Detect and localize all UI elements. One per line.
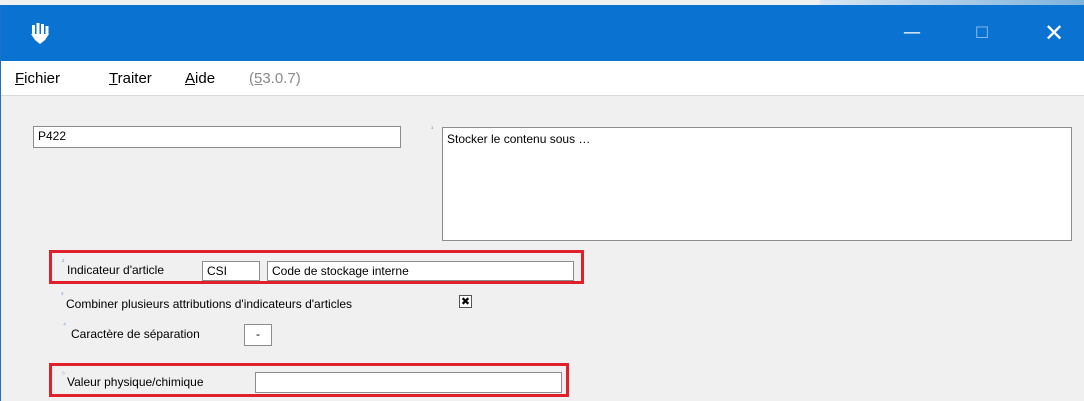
- article-indicator-label: Indicateur d'article: [67, 263, 165, 277]
- close-button[interactable]: ✕: [1031, 5, 1077, 61]
- physical-value-field[interactable]: [255, 372, 562, 393]
- app-logo-icon: [31, 23, 49, 44]
- combine-label: Combiner plusieurs attributions d'indica…: [66, 297, 353, 311]
- menu-bar: Fichier Traiter Aide (53.0.7): [1, 61, 1084, 96]
- description-textarea[interactable]: Stocker le contenu sous …: [442, 127, 1072, 241]
- combine-marker: ³: [61, 292, 64, 299]
- code-field[interactable]: P422: [33, 126, 401, 148]
- menu-fichier[interactable]: Fichier: [15, 70, 60, 87]
- app-window: — ☐ ✕ Fichier Traiter Aide (53.0.7) P422…: [0, 5, 1084, 401]
- combine-checkbox[interactable]: ✖: [459, 295, 472, 308]
- physical-value-marker: ⁵: [62, 371, 65, 378]
- article-indicator-code-field[interactable]: CSI: [202, 261, 260, 281]
- separator-marker: ⁴: [63, 322, 67, 329]
- article-indicator-description-field[interactable]: Code de stockage interne: [267, 261, 574, 281]
- version-label: (53.0.7): [249, 70, 301, 87]
- maximize-button[interactable]: ☐: [959, 5, 1005, 61]
- physical-value-label: Valeur physique/chimique: [67, 375, 204, 389]
- menu-traiter[interactable]: Traiter: [109, 70, 152, 87]
- title-bar[interactable]: — ☐ ✕: [1, 5, 1084, 61]
- menu-aide[interactable]: Aide: [185, 70, 215, 87]
- article-indicator-marker: ²: [62, 259, 65, 266]
- separator-field[interactable]: -: [244, 324, 272, 346]
- description-marker: ¹: [431, 126, 434, 133]
- separator-label: Caractère de séparation: [71, 327, 200, 341]
- minimize-button[interactable]: —: [889, 5, 935, 61]
